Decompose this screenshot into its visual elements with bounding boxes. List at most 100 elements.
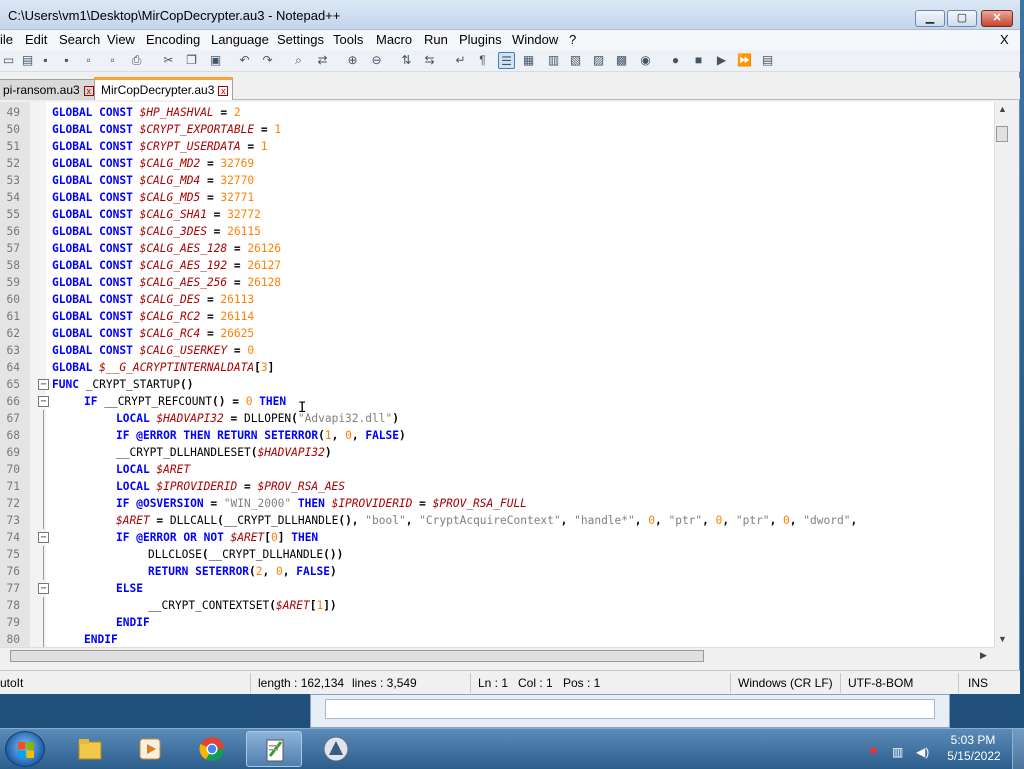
indent-guide-icon[interactable]: ☰ bbox=[498, 52, 515, 69]
horizontal-scroll-thumb[interactable] bbox=[10, 650, 704, 662]
code-line[interactable]: 78 __CRYPT_CONTEXTSET($ARET[1]) bbox=[0, 597, 1008, 614]
close-document-x[interactable]: X bbox=[1000, 32, 1009, 47]
code-line[interactable]: 79 ENDIF bbox=[0, 614, 1008, 631]
code-line[interactable]: 75 DLLCLOSE(__CRYPT_DLLHANDLE()) bbox=[0, 546, 1008, 563]
maximize-button[interactable]: ▢ bbox=[947, 10, 977, 27]
code-line[interactable]: 64 GLOBAL $__G_ACRYPTINTERNALDATA[3] bbox=[0, 359, 1008, 376]
scroll-down-icon[interactable]: ▼ bbox=[998, 634, 1007, 644]
code-line[interactable]: 80 ENDIF bbox=[0, 631, 1008, 647]
code-line[interactable]: 69 __CRYPT_DLLHANDLESET($HADVAPI32) bbox=[0, 444, 1008, 461]
sync-vertical-icon[interactable]: ⇅ bbox=[398, 52, 415, 69]
word-wrap-icon[interactable]: ↵ bbox=[452, 52, 469, 69]
code-line[interactable]: 67 LOCAL $HADVAPI32 = DLLOPEN("Advapi32.d… bbox=[0, 410, 1008, 427]
stop-macro-icon[interactable]: ■ bbox=[690, 52, 707, 69]
taskbar-chrome[interactable] bbox=[184, 731, 240, 767]
taskbar-notepad-plus-plus[interactable] bbox=[246, 731, 302, 767]
code-line[interactable]: 49 GLOBAL CONST $HP_HASHVAL = 2 bbox=[0, 104, 1008, 121]
close-file-icon[interactable]: ▫ bbox=[80, 52, 97, 69]
menu-search[interactable]: Search bbox=[59, 32, 100, 47]
fold-toggle-icon[interactable]: − bbox=[38, 396, 49, 407]
code-line[interactable]: 55 GLOBAL CONST $CALG_SHA1 = 32772 bbox=[0, 206, 1008, 223]
code-line[interactable]: 50 GLOBAL CONST $CRYPT_EXPORTABLE = 1 bbox=[0, 121, 1008, 138]
clock-time[interactable]: 5:03 PM bbox=[948, 733, 998, 747]
document-map-icon[interactable]: ▥ bbox=[545, 52, 562, 69]
user-language-icon[interactable]: ▦ bbox=[520, 52, 537, 69]
code-line[interactable]: 73 $ARET = DLLCALL(__CRYPT_DLLHANDLE(), "… bbox=[0, 512, 1008, 529]
code-line[interactable]: 74 − IF @ERROR OR NOT $ARET[0] THEN bbox=[0, 529, 1008, 546]
save-all-icon[interactable]: ▪ bbox=[58, 52, 75, 69]
code-line[interactable]: 66 − IF __CRYPT_REFCOUNT() = 0 THEN bbox=[0, 393, 1008, 410]
clock-date[interactable]: 5/15/2022 bbox=[942, 749, 1006, 763]
start-button[interactable] bbox=[5, 731, 45, 767]
save-icon[interactable]: ▪ bbox=[37, 52, 54, 69]
record-macro-icon[interactable]: ● bbox=[667, 52, 684, 69]
code-line[interactable]: 59 GLOBAL CONST $CALG_AES_256 = 26128 bbox=[0, 274, 1008, 291]
code-line[interactable]: 54 GLOBAL CONST $CALG_MD5 = 32771 bbox=[0, 189, 1008, 206]
volume-icon[interactable]: ◀) bbox=[916, 745, 930, 759]
code-line[interactable]: 58 GLOBAL CONST $CALG_AES_192 = 26127 bbox=[0, 257, 1008, 274]
menu-settings[interactable]: Settings bbox=[277, 32, 324, 47]
background-window[interactable] bbox=[310, 694, 950, 728]
horizontal-scrollbar[interactable]: ▶ bbox=[0, 647, 994, 663]
code-line[interactable]: 61 GLOBAL CONST $CALG_RC2 = 26114 bbox=[0, 308, 1008, 325]
taskbar-media-player[interactable] bbox=[122, 731, 178, 767]
taskbar-file-explorer[interactable] bbox=[62, 731, 118, 767]
code-line[interactable]: 57 GLOBAL CONST $CALG_AES_128 = 26126 bbox=[0, 240, 1008, 257]
status-encoding[interactable]: UTF-8-BOM bbox=[848, 676, 913, 690]
code-editor[interactable]: 49 GLOBAL CONST $HP_HASHVAL = 2 50 GLOBAL C… bbox=[0, 102, 1008, 647]
close-tab-icon[interactable]: x bbox=[83, 85, 94, 96]
action-center-flag-icon[interactable]: ⚑ bbox=[868, 745, 882, 759]
undo-icon[interactable]: ↶ bbox=[236, 52, 253, 69]
status-insert-mode[interactable]: INS bbox=[968, 676, 988, 690]
play-macro-icon[interactable]: ▶ bbox=[713, 52, 730, 69]
menu-window[interactable]: Window bbox=[512, 32, 558, 47]
close-tab-icon[interactable]: x bbox=[218, 85, 229, 96]
copy-icon[interactable]: ❐ bbox=[183, 52, 200, 69]
title-bar[interactable]: C:\Users\vm1\Desktop\MirCopDecrypter.au3… bbox=[0, 0, 1020, 30]
scroll-right-icon[interactable]: ▶ bbox=[980, 650, 987, 661]
find-icon[interactable]: ⌕ bbox=[290, 52, 307, 69]
fold-toggle-icon[interactable]: − bbox=[38, 532, 49, 543]
code-line[interactable]: 52 GLOBAL CONST $CALG_MD2 = 32769 bbox=[0, 155, 1008, 172]
code-line[interactable]: 70 LOCAL $ARET bbox=[0, 461, 1008, 478]
network-icon[interactable]: ▥ bbox=[892, 745, 906, 759]
redo-icon[interactable]: ↷ bbox=[259, 52, 276, 69]
close-all-icon[interactable]: ▫ bbox=[104, 52, 121, 69]
menu-view[interactable]: View bbox=[107, 32, 135, 47]
code-line[interactable]: 51 GLOBAL CONST $CRYPT_USERDATA = 1 bbox=[0, 138, 1008, 155]
code-line[interactable]: 77 − ELSE bbox=[0, 580, 1008, 597]
folder-as-workspace-icon[interactable]: ▨ bbox=[590, 52, 607, 69]
zoom-out-icon[interactable]: ⊖ bbox=[368, 52, 385, 69]
menu-language[interactable]: Language bbox=[211, 32, 269, 47]
sync-horizontal-icon[interactable]: ⇆ bbox=[421, 52, 438, 69]
code-line[interactable]: 71 LOCAL $IPROVIDERID = $PROV_RSA_AES bbox=[0, 478, 1008, 495]
code-line[interactable]: 63 GLOBAL CONST $CALG_USERKEY = 0 bbox=[0, 342, 1008, 359]
menu-edit[interactable]: Edit bbox=[25, 32, 47, 47]
menu-macro[interactable]: Macro bbox=[376, 32, 412, 47]
open-file-icon[interactable]: ▤ bbox=[19, 52, 36, 69]
monitoring-icon[interactable]: ▩ bbox=[613, 52, 630, 69]
vertical-scrollbar[interactable]: ▲ ▼ bbox=[994, 102, 1008, 647]
print-icon[interactable]: ⎙ bbox=[128, 52, 145, 69]
new-file-icon[interactable]: ▭ bbox=[0, 52, 17, 69]
save-macro-icon[interactable]: ▤ bbox=[759, 52, 776, 69]
code-line[interactable]: 68 IF @ERROR THEN RETURN SETERROR(1, 0, F… bbox=[0, 427, 1008, 444]
code-line[interactable]: 62 GLOBAL CONST $CALG_RC4 = 26625 bbox=[0, 325, 1008, 342]
minimize-button[interactable]: ▁ bbox=[915, 10, 945, 27]
eye-icon[interactable]: ◉ bbox=[637, 52, 654, 69]
code-line[interactable]: 76 RETURN SETERROR(2, 0, FALSE) bbox=[0, 563, 1008, 580]
code-line[interactable]: 72 IF @OSVERSION = "WIN_2000" THEN $IPROV… bbox=[0, 495, 1008, 512]
menu-help[interactable]: ? bbox=[569, 32, 576, 47]
run-macro-multiple-icon[interactable]: ⏩ bbox=[736, 52, 753, 69]
fold-toggle-icon[interactable]: − bbox=[38, 583, 49, 594]
menu-run[interactable]: Run bbox=[424, 32, 448, 47]
fold-toggle-icon[interactable]: − bbox=[38, 379, 49, 390]
status-eol[interactable]: Windows (CR LF) bbox=[738, 676, 833, 690]
code-line[interactable]: 53 GLOBAL CONST $CALG_MD4 = 32770 bbox=[0, 172, 1008, 189]
replace-icon[interactable]: ⇄ bbox=[314, 52, 331, 69]
menu-plugins[interactable]: Plugins bbox=[459, 32, 502, 47]
code-line[interactable]: 56 GLOBAL CONST $CALG_3DES = 26115 bbox=[0, 223, 1008, 240]
close-button[interactable]: ✕ bbox=[981, 10, 1013, 27]
taskbar-autoit[interactable] bbox=[308, 731, 364, 767]
menu-file[interactable]: ile bbox=[0, 32, 13, 47]
